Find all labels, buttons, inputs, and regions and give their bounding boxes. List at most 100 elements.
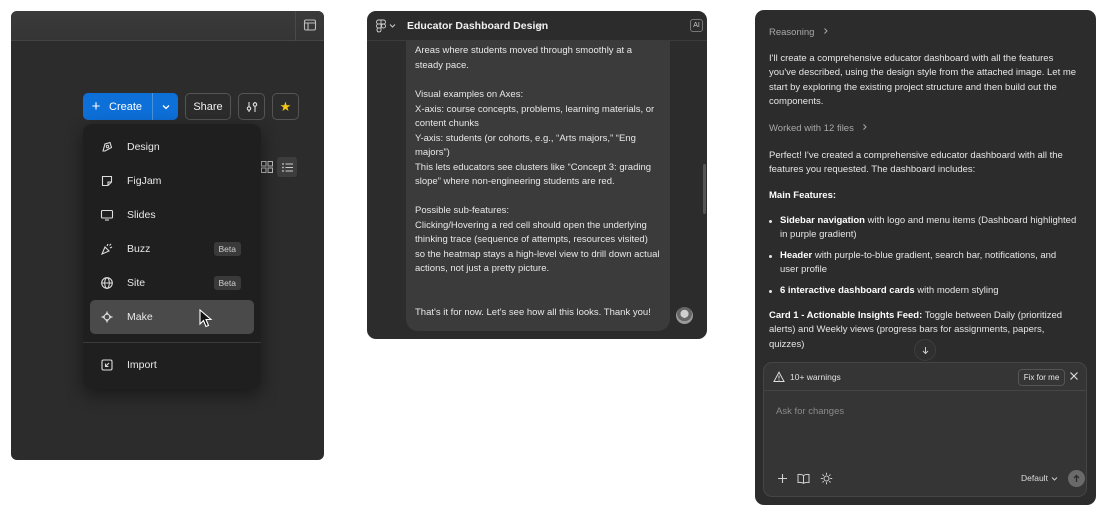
feature-item: Sidebar navigation with logo and menu it… [780, 215, 1076, 226]
bullet [769, 290, 772, 293]
message-line: Y-axis: students (or cohorts, e.g., “Art… [415, 133, 636, 144]
create-button[interactable]: + Create [83, 93, 178, 120]
scroll-to-bottom-button[interactable] [914, 339, 936, 361]
card-text: Toggle between Daily (prioritized [922, 310, 1063, 321]
reasoning-toggle[interactable]: Reasoning [769, 27, 830, 38]
card-title: Card 1 - Actionable Insights Feed: [769, 310, 923, 321]
message-line: slope” where non-engineering students ar… [415, 176, 615, 187]
ai-badge[interactable]: AI [690, 19, 703, 32]
arrow-up-icon [1073, 474, 1080, 482]
feature-text: in purple gradient) [780, 229, 857, 240]
menu-item-label: Site [127, 277, 146, 289]
list-view-button[interactable] [277, 157, 297, 177]
sparkle-select-icon [820, 472, 832, 484]
warning-icon [773, 371, 785, 382]
ask-for-changes-input[interactable] [776, 403, 1076, 419]
chevron-right-icon [824, 28, 828, 34]
menu-item-make[interactable]: Make [90, 300, 254, 334]
message-line: X-axis: course concepts, problems, learn… [415, 104, 655, 115]
menu-item-label: Slides [127, 209, 156, 221]
menu-item-label: Import [127, 359, 157, 371]
feature-bold: 6 interactive dashboard cards [780, 285, 915, 296]
design-icon [99, 139, 115, 155]
globe-icon [99, 275, 115, 291]
chevron-down-icon[interactable] [1051, 476, 1058, 482]
response-text: Perfect! I've created a comprehensive ed… [769, 150, 1063, 161]
warnings-count[interactable]: 10+ warnings [790, 372, 841, 382]
library-button[interactable] [796, 471, 810, 485]
panel-toolbar [11, 11, 324, 41]
menu-item-slides[interactable]: Slides [90, 198, 254, 232]
figma-logo-icon[interactable] [376, 19, 386, 33]
beta-badge: Beta [213, 242, 241, 256]
star-icon: ★ [279, 98, 292, 114]
sidebar-toggle-icon[interactable] [303, 18, 317, 32]
create-menu: Design FigJam Slides Buzz Beta Site Beta… [83, 124, 261, 389]
menu-item-label: Design [127, 141, 160, 153]
menu-item-design[interactable]: Design [90, 130, 254, 164]
message-line: Visual examples on Axes: [415, 89, 524, 100]
menu-item-buzz[interactable]: Buzz Beta [90, 232, 254, 266]
menu-item-site[interactable]: Site Beta [90, 266, 254, 300]
main-features-heading: Main Features: [769, 190, 837, 201]
mouse-cursor-icon [199, 309, 213, 328]
message-line: thinking trace (sequence of attempts, re… [415, 234, 648, 245]
message-line: Areas where students moved through smoot… [415, 45, 633, 56]
worked-files-label: Worked with 12 files [769, 123, 854, 134]
response-text: you've described, using the design style… [769, 67, 1077, 78]
inspect-button[interactable] [819, 471, 833, 485]
feature-text: user profile [780, 264, 827, 275]
settings-button[interactable] [238, 93, 265, 120]
response-text: components. [769, 96, 824, 107]
message-line: That's it for now. Let's see how all thi… [415, 307, 651, 318]
share-button[interactable]: Share [185, 93, 231, 120]
response-text: start by exploring the existing project … [769, 82, 1057, 93]
message-line: content chunks [415, 118, 479, 129]
project-title[interactable]: Educator Dashboard Design [407, 20, 548, 32]
warnings-bar: 10+ warnings Fix for me [764, 363, 1086, 391]
bullet [769, 220, 772, 223]
bullet [769, 255, 772, 258]
chevron-down-icon[interactable] [389, 23, 396, 29]
mode-selector[interactable]: Default [1021, 473, 1048, 483]
grid-view-icon[interactable] [260, 160, 274, 174]
chevron-down-icon[interactable] [153, 102, 178, 112]
message-line: actions, not just a pretty picture. [415, 263, 550, 274]
import-icon [99, 357, 115, 373]
slides-icon [99, 207, 115, 223]
response-text: alerts) and Weekly views (progress bars … [769, 324, 1045, 335]
menu-divider [83, 342, 261, 343]
menu-item-figjam[interactable]: FigJam [90, 164, 254, 198]
worked-files-toggle[interactable]: Worked with 12 files [769, 123, 869, 134]
create-button-label: Create [109, 100, 143, 113]
ai-response-panel: Reasoning I'll create a comprehensive ed… [755, 10, 1096, 505]
response-text: I'll create a comprehensive educator das… [769, 53, 1054, 64]
message-line: This lets educators see clusters like “C… [415, 162, 652, 173]
favorite-button[interactable]: ★ [272, 93, 299, 120]
make-icon [99, 309, 115, 325]
close-icon[interactable] [1069, 371, 1079, 381]
message-line: Clicking/Hovering a red cell should open… [415, 220, 647, 231]
chevron-down-icon[interactable] [536, 23, 543, 29]
card-description: Card 1 - Actionable Insights Feed: Toggl… [769, 310, 1062, 321]
book-open-icon [797, 473, 809, 484]
beta-badge: Beta [213, 276, 241, 290]
scrollbar-thumb[interactable] [703, 164, 706, 214]
feature-bold: Header [780, 250, 813, 261]
list-view-icon [281, 162, 293, 172]
feature-item: 6 interactive dashboard cards with moder… [780, 285, 999, 296]
add-attachment-button[interactable] [775, 471, 789, 485]
menu-item-import[interactable]: Import [90, 348, 254, 382]
message-line: so the heatmap stays a high-level view t… [415, 249, 660, 260]
sliders-icon [246, 101, 257, 112]
message-line: steady pace. [415, 60, 469, 71]
fix-for-me-button[interactable]: Fix for me [1018, 369, 1065, 386]
avatar[interactable] [676, 307, 693, 324]
menu-item-label: Make [127, 311, 153, 323]
feature-text: with modern styling [914, 285, 999, 296]
feature-bold: Sidebar navigation [780, 215, 865, 226]
arrow-down-icon [922, 346, 928, 354]
send-button[interactable] [1068, 470, 1085, 487]
plus-icon [777, 473, 787, 483]
chat-prompt-panel: Educator Dashboard Design AI Areas where… [367, 11, 707, 339]
